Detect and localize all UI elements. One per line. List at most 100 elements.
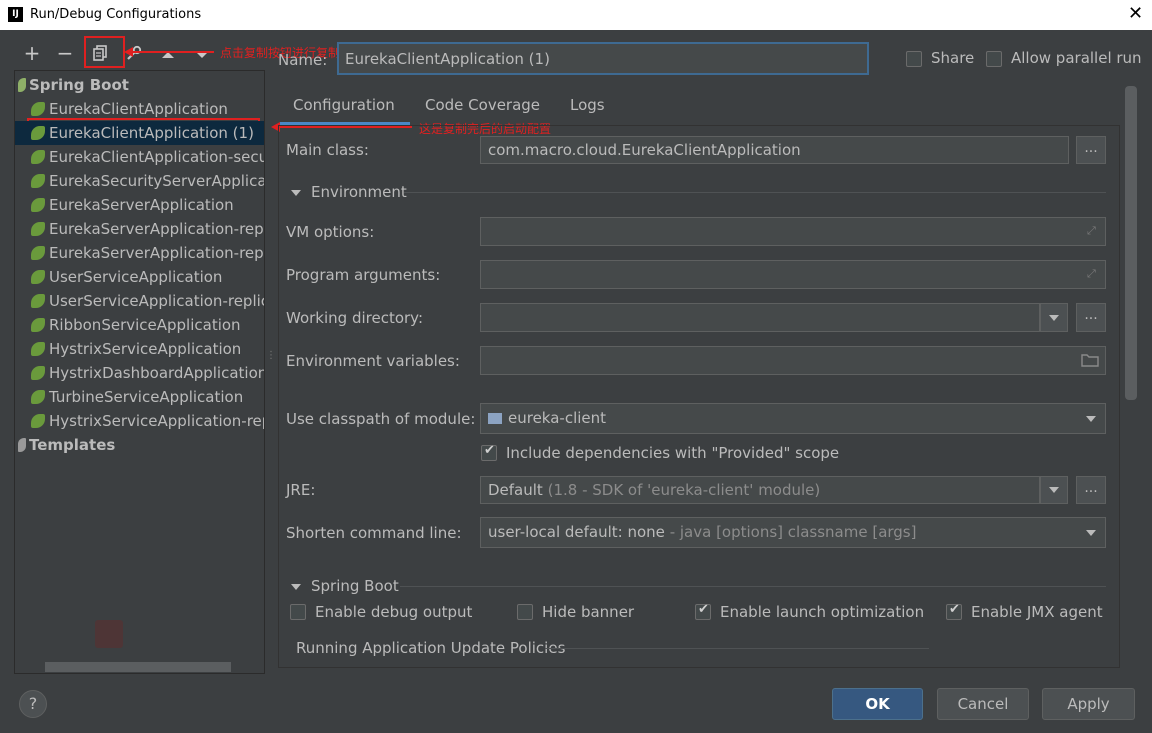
tree-item[interactable]: RibbonServiceApplication [15, 313, 264, 337]
allow-parallel-run-checkbox[interactable] [986, 51, 1002, 67]
tree-item-selected[interactable]: EurekaClientApplication (1) [15, 121, 264, 145]
jre-dropdown[interactable] [1040, 476, 1068, 504]
update-policies-label: Running Application Update Policies [296, 639, 566, 657]
enable-jmx-agent-checkbox[interactable] [946, 602, 962, 620]
add-configuration-button[interactable]: + [20, 41, 44, 65]
classpath-module-value: eureka-client [508, 409, 607, 427]
tree-item-label: EurekaServerApplication-repl [49, 244, 265, 262]
help-button[interactable]: ? [19, 690, 47, 718]
configuration-tree[interactable]: Spring Boot EurekaClientApplication Eure… [14, 70, 265, 674]
name-field[interactable] [337, 42, 869, 75]
share-checkbox[interactable] [906, 51, 922, 67]
spring-boot-icon [31, 342, 45, 356]
spring-boot-icon [31, 390, 45, 404]
tree-item[interactable]: EurekaClientApplication-secu [15, 145, 265, 169]
tree-item-label: EurekaClientApplication (1) [49, 124, 254, 142]
jre-hint: (1.8 - SDK of 'eureka-client' module) [547, 481, 821, 499]
window-title: Run/Debug Configurations [30, 7, 202, 22]
configuration-vertical-scrollbar[interactable] [1125, 86, 1137, 400]
cancel-button[interactable]: Cancel [937, 688, 1029, 720]
folder-icon[interactable] [1081, 353, 1099, 367]
section-divider [400, 586, 1106, 587]
environment-variables-field[interactable] [480, 346, 1106, 375]
tree-item[interactable]: HystrixDashboardApplication [15, 361, 264, 385]
jre-value: Default [488, 481, 543, 499]
tree-item[interactable]: HystrixServiceApplication [15, 337, 264, 361]
section-divider [404, 192, 1106, 193]
spring-boot-section-label: Spring Boot [311, 577, 399, 595]
spring-boot-section[interactable]: Spring Boot [291, 577, 399, 595]
tree-item[interactable]: UserServiceApplication-replic [15, 289, 264, 313]
tree-item[interactable]: UserServiceApplication [15, 265, 264, 289]
hide-banner-checkbox[interactable] [517, 604, 533, 620]
shorten-command-line-select[interactable]: user-local default: none - java [options… [480, 517, 1106, 548]
working-directory-browse-button[interactable]: ... [1076, 303, 1106, 332]
move-up-button[interactable] [156, 41, 180, 65]
tree-item[interactable]: EurekaServerApplication-repl [15, 241, 265, 265]
expand-icon[interactable]: ⤢ [1087, 224, 1096, 238]
tree-item-label: TurbineServiceApplication [49, 388, 244, 406]
tree-group-templates[interactable]: Templates [15, 433, 264, 457]
spring-boot-icon [31, 150, 45, 164]
tree-item-label: EurekaSecurityServerApplicat [49, 172, 265, 190]
tree-item-label: HystrixServiceApplication-rep [49, 412, 265, 430]
environment-section[interactable]: Environment [291, 183, 407, 201]
tree-item[interactable]: EurekaSecurityServerApplicat [15, 169, 265, 193]
title-bar: IJ Run/Debug Configurations ✕ [0, 0, 1152, 30]
enable-debug-output-checkbox[interactable] [290, 604, 306, 620]
share-label: Share [931, 49, 975, 67]
remove-configuration-button[interactable]: − [53, 41, 77, 65]
tree-group-spring-boot[interactable]: Spring Boot [15, 73, 264, 97]
classpath-module-label: Use classpath of module: [286, 410, 476, 428]
tree-item-label: EurekaClientApplication [49, 100, 228, 118]
tab-code-coverage[interactable]: Code Coverage [425, 96, 540, 114]
vm-options-field[interactable] [480, 217, 1106, 246]
tree-horizontal-scrollbar[interactable] [45, 662, 231, 672]
tree-item[interactable]: EurekaClientApplication [15, 97, 264, 121]
shorten-command-line-hint: - java [options] classname [args] [669, 523, 917, 541]
tree-item[interactable]: HystrixServiceApplication-rep [15, 409, 265, 433]
include-provided-scope-label: Include dependencies with "Provided" sco… [506, 444, 840, 462]
include-provided-scope-checkbox[interactable] [481, 443, 497, 461]
environment-section-label: Environment [311, 183, 407, 201]
close-icon[interactable]: ✕ [1128, 3, 1143, 24]
copy-button-highlight [84, 36, 125, 68]
spring-boot-icon [31, 174, 45, 188]
tree-item-label: RibbonServiceApplication [49, 316, 241, 334]
program-arguments-field[interactable] [480, 260, 1106, 289]
enable-launch-optimization-checkbox[interactable] [695, 602, 711, 620]
tree-group-label: Spring Boot [29, 76, 129, 94]
tab-logs[interactable]: Logs [570, 96, 605, 114]
tree-item-label: UserServiceApplication [49, 268, 223, 286]
spring-boot-icon [31, 222, 45, 236]
annotation-arrow [132, 51, 214, 53]
expand-icon[interactable]: ⤢ [1087, 267, 1096, 281]
main-class-field[interactable]: com.macro.cloud.EurekaClientApplication [480, 136, 1069, 164]
search-icon [95, 620, 123, 648]
main-class-browse-button[interactable]: ... [1076, 136, 1106, 164]
shorten-command-line-label: Shorten command line: [286, 524, 462, 542]
tab-configuration[interactable]: Configuration [293, 96, 395, 114]
intellij-icon: IJ [8, 7, 23, 22]
tree-item[interactable]: TurbineServiceApplication [15, 385, 264, 409]
spring-boot-icon [31, 198, 45, 212]
enable-jmx-agent-label: Enable JMX agent [971, 603, 1103, 621]
spring-boot-icon [18, 78, 26, 92]
classpath-module-select[interactable]: eureka-client [480, 403, 1106, 434]
tree-item-label: EurekaClientApplication-secu [49, 148, 265, 166]
jre-browse-button[interactable]: ... [1076, 476, 1106, 504]
tree-item[interactable]: EurekaServerApplication-repl [15, 217, 264, 241]
apply-button[interactable]: Apply [1042, 688, 1135, 720]
move-down-button[interactable] [190, 41, 214, 65]
spring-boot-icon [31, 318, 45, 332]
jre-field[interactable]: Default (1.8 - SDK of 'eureka-client' mo… [480, 476, 1040, 504]
working-directory-field[interactable] [480, 303, 1040, 332]
spring-boot-icon [31, 246, 45, 260]
working-directory-dropdown[interactable] [1040, 303, 1068, 332]
tree-item-label: HystrixServiceApplication [49, 340, 242, 358]
ok-button[interactable]: OK [832, 688, 923, 720]
tree-item-label: EurekaServerApplication [49, 196, 234, 214]
tree-item[interactable]: EurekaServerApplication [15, 193, 264, 217]
splitter-handle[interactable]: ⋮ [266, 350, 276, 366]
tree-group-label: Templates [29, 436, 116, 454]
